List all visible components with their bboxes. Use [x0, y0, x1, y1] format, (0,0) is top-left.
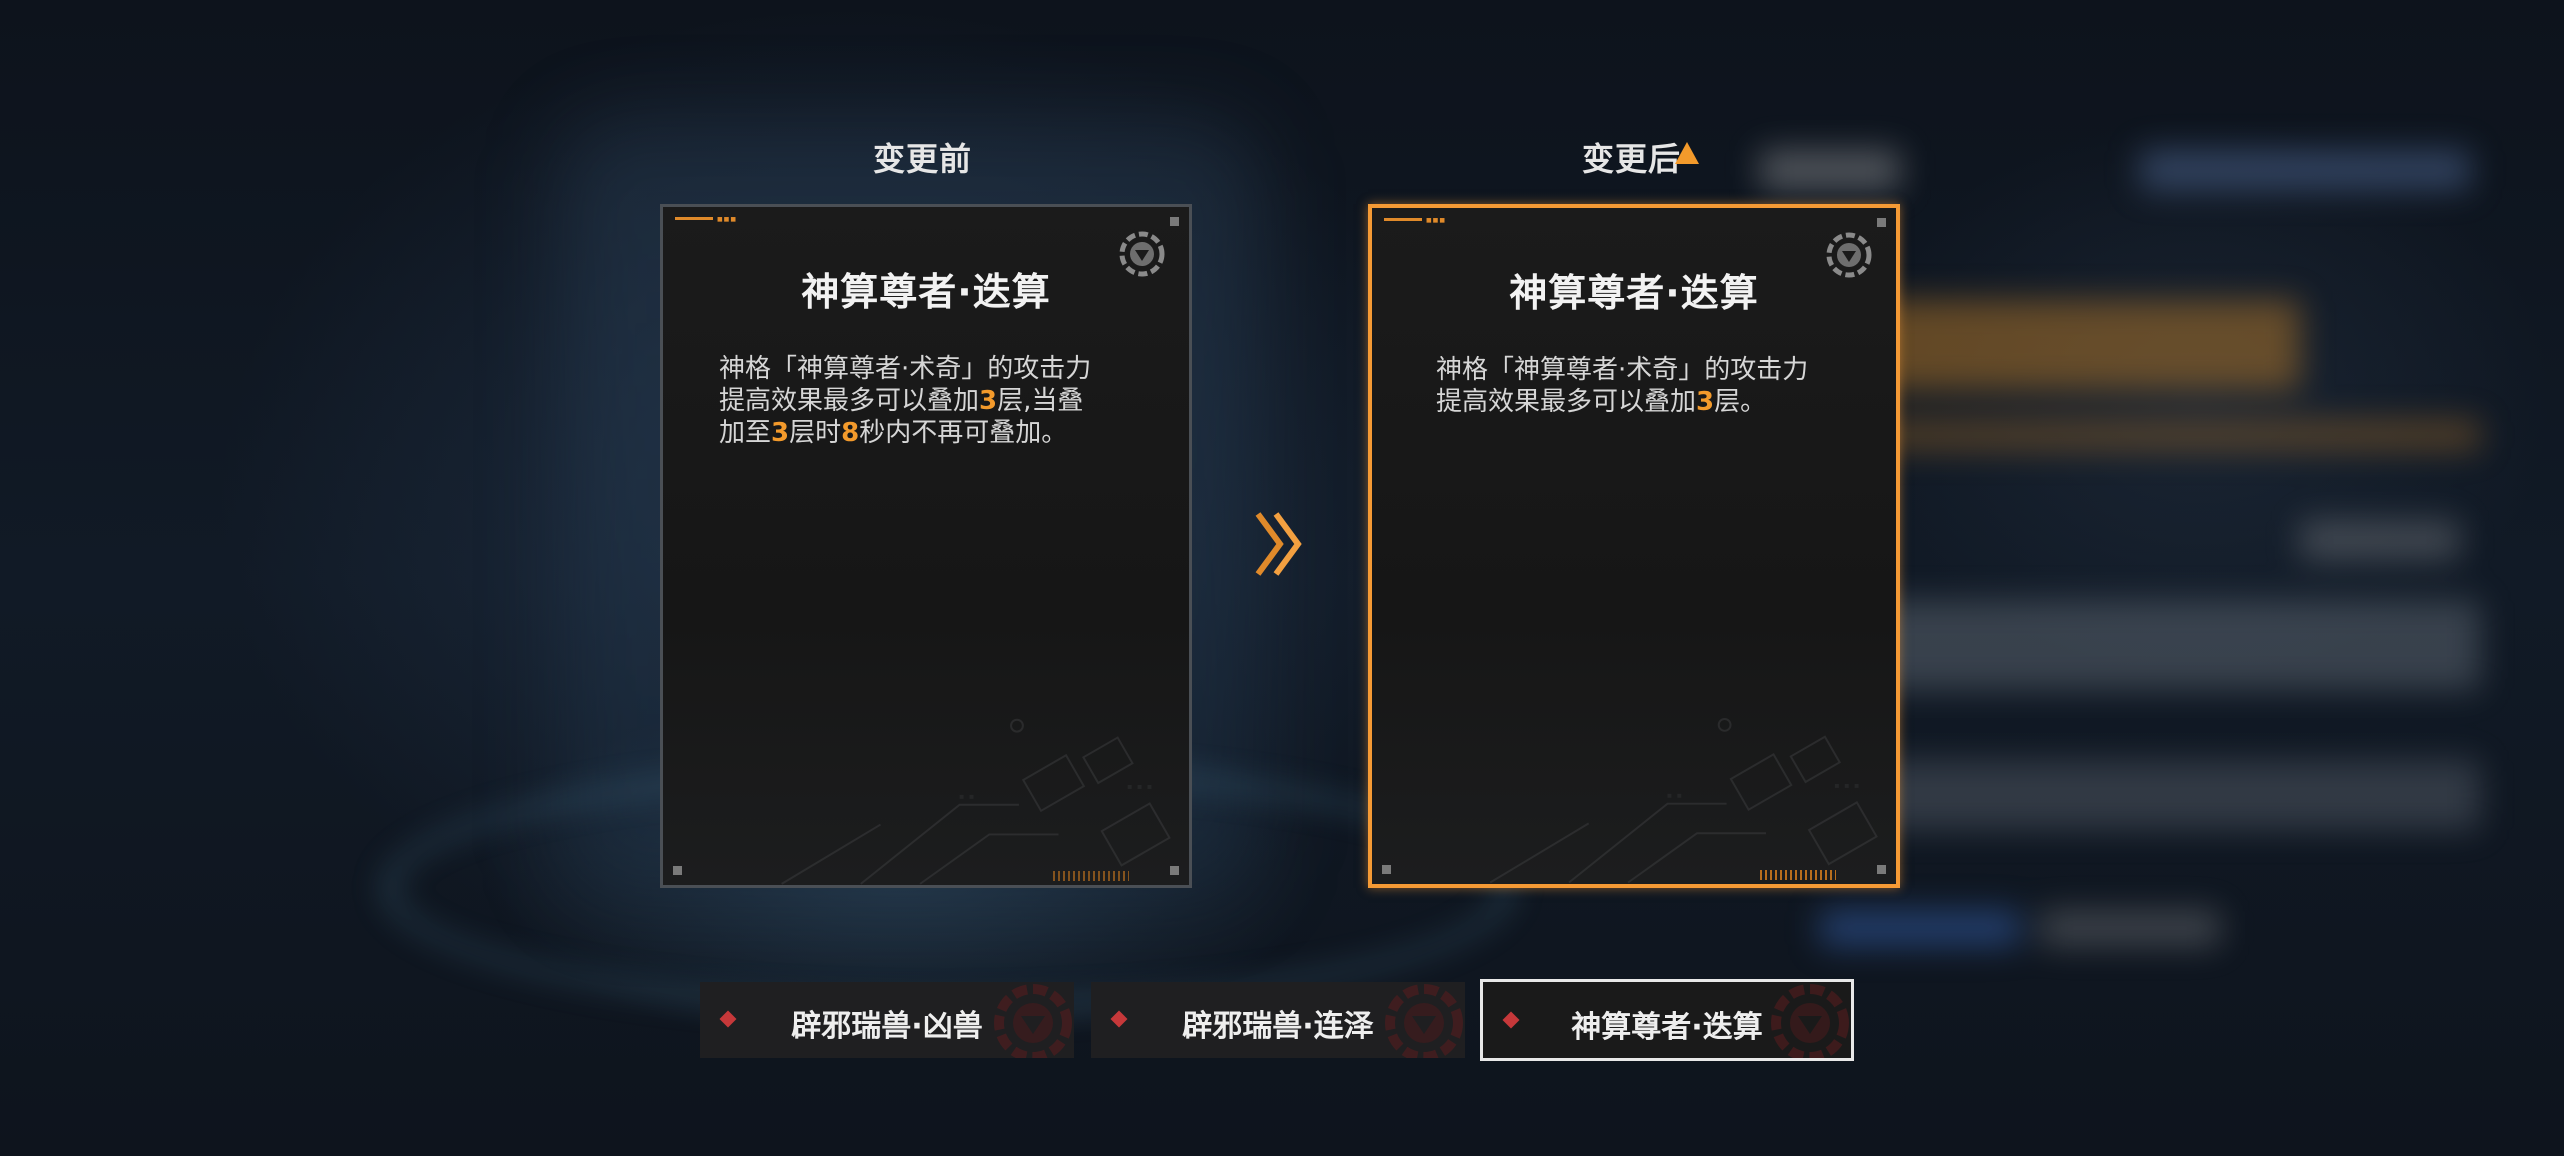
stack-threshold-value: 3	[771, 418, 790, 448]
before-skill-card: ■■■ 神算尊者·迭算 神格「神算尊者·术奇」的攻击力提高效果最多可以叠加3层,…	[660, 204, 1192, 888]
description-text: 层时	[789, 418, 842, 448]
card-top-accent-line	[1384, 218, 1422, 221]
double-chevron-right-icon	[1255, 512, 1302, 576]
description-text: 秒内不再可叠加。	[859, 418, 1068, 448]
change-comparison-screen: 变更前 变更后 ■■■ 神算尊者·迭算 神格「神算尊者·术奇」的攻击力提高效果最…	[0, 0, 2564, 1156]
card-bottom-ticks	[1053, 871, 1129, 881]
stack-count-value: 3	[1696, 387, 1715, 417]
gear-triangle-emblem-icon	[994, 984, 1072, 1058]
gear-triangle-emblem-icon	[1385, 984, 1463, 1058]
circuit-decoration	[1489, 718, 1878, 884]
skill-title: 神算尊者·迭算	[1509, 271, 1759, 315]
stack-count-value: 3	[979, 386, 998, 416]
skill-description: 神格「神算尊者·术奇」的攻击力提高效果最多可以叠加3层,当叠加至3层时8秒内不再…	[719, 353, 1099, 449]
circuit-decoration	[781, 718, 1171, 885]
card-bottom-ticks	[1760, 870, 1836, 880]
after-header: 变更后	[1582, 134, 1700, 180]
card-top-dots: ■■■	[717, 216, 738, 223]
after-header-label: 变更后	[1582, 140, 1682, 178]
skill-description: 神格「神算尊者·术奇」的攻击力提高效果最多可以叠加3层。	[1436, 354, 1816, 418]
after-skill-card: ■■■ 神算尊者·迭算 神格「神算尊者·术奇」的攻击力提高效果最多可以叠加3层。	[1368, 204, 1900, 888]
card-top-accent-line	[675, 217, 713, 220]
tab-skill-2[interactable]: 辟邪瑞兽·连泽	[1091, 982, 1465, 1058]
card-top-dots: ■■■	[1426, 217, 1447, 224]
cooldown-seconds-value: 8	[841, 418, 860, 448]
before-header-label: 变更前	[873, 140, 973, 178]
tab-skill-1[interactable]: 辟邪瑞兽·凶兽	[700, 982, 1074, 1058]
skill-title: 神算尊者·迭算	[801, 270, 1051, 314]
before-header: 变更前	[873, 134, 972, 180]
corner-marker	[1877, 218, 1886, 227]
description-text: 层。	[1714, 387, 1767, 417]
tab-skill-3-selected[interactable]: 神算尊者·迭算	[1480, 979, 1854, 1061]
up-arrow-icon	[1675, 142, 1700, 164]
gear-triangle-emblem-icon	[1771, 984, 1849, 1058]
corner-marker	[1170, 217, 1179, 226]
